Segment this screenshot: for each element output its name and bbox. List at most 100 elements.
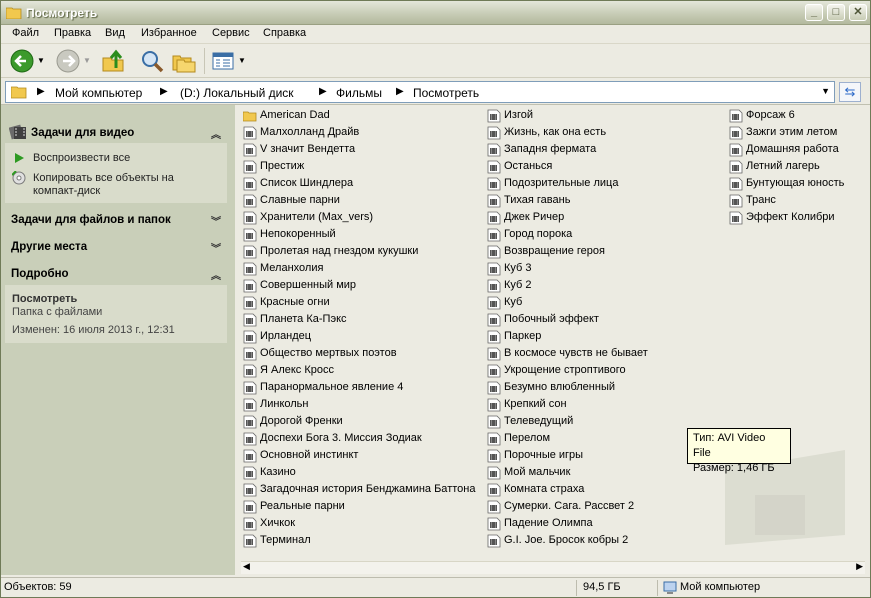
search-icon[interactable]	[139, 48, 165, 74]
address-field[interactable]: ▶ Мой компьютер ▶ (D:) Локальный диск ▶ …	[5, 81, 835, 103]
play-all-link[interactable]: Воспроизвести все	[33, 152, 130, 164]
video-file-icon	[487, 177, 501, 191]
video-file-icon	[487, 500, 501, 514]
video-file-icon	[243, 483, 257, 497]
file-name: В космосе чувств не бывает	[504, 347, 648, 359]
other-places-header[interactable]: Другие места ︾	[5, 237, 227, 257]
back-dropdown-icon[interactable]: ▼	[37, 56, 45, 65]
back-icon[interactable]	[9, 48, 35, 74]
refresh-icon: ⇆	[844, 84, 856, 99]
collapse-icon[interactable]: ︽	[211, 126, 221, 141]
file-tooltip: Тип: AVI Video File Размер: 1,46 ГБ	[687, 428, 791, 474]
video-file-icon	[243, 211, 257, 225]
video-file-icon	[729, 143, 743, 157]
forward-dropdown-icon[interactable]: ▼	[83, 56, 91, 65]
video-file-icon	[243, 313, 257, 327]
video-tasks-header[interactable]: Задачи для видео ︽	[5, 123, 227, 143]
crumb-my-computer[interactable]: Мой компьютер	[55, 86, 142, 100]
copy-to-cd-link-cont[interactable]: компакт-диск	[33, 185, 100, 197]
status-object-count: Объектов: 59	[4, 581, 72, 593]
file-name: Хранители (Max_vers)	[260, 211, 374, 223]
file-name: Список Шиндлера	[260, 177, 354, 189]
folder-icon	[6, 7, 22, 19]
crumb-separator-icon[interactable]: ▶	[319, 86, 327, 97]
expand-icon[interactable]: ︾	[211, 240, 221, 255]
menu-file[interactable]: Файл	[12, 27, 39, 39]
address-dropdown-icon[interactable]: ▼	[821, 86, 830, 96]
file-name: Бунтующая юность	[746, 177, 845, 189]
crumb-current[interactable]: Посмотреть	[413, 86, 479, 100]
video-file-icon	[487, 143, 501, 157]
folders-icon[interactable]	[171, 48, 197, 74]
details-name: Посмотреть	[12, 293, 78, 305]
minimize-button[interactable]: _	[805, 4, 823, 21]
close-button[interactable]: ✕	[849, 4, 867, 21]
file-name: Форсаж 6	[746, 109, 795, 121]
copy-to-cd-link[interactable]: Копировать все объекты на	[33, 172, 174, 184]
crumb-local-disk[interactable]: (D:) Локальный диск	[180, 86, 294, 100]
file-tasks-header[interactable]: Задачи для файлов и папок ︾	[5, 210, 227, 230]
file-name: Укрощение строптивого	[504, 364, 626, 376]
file-name: Планета Ка-Пэкс	[260, 313, 347, 325]
menu-edit[interactable]: Правка	[54, 27, 91, 39]
details-header[interactable]: Подробно ︽	[5, 264, 227, 284]
file-name: Дорогой Френки	[260, 415, 343, 427]
tooltip-size: Размер: 1,46 ГБ	[693, 462, 775, 474]
file-name: V значит Вендетта	[260, 143, 356, 155]
horizontal-scrollbar[interactable]: ◀ ▶	[241, 561, 865, 574]
menu-tools[interactable]: Сервис	[212, 27, 250, 39]
menu-help[interactable]: Справка	[263, 27, 306, 39]
file-name: Джек Ричер	[504, 211, 565, 223]
file-name: Паранормальное явление 4	[260, 381, 404, 393]
video-file-icon	[243, 177, 257, 191]
video-file-icon	[487, 160, 501, 174]
video-file-icon	[243, 296, 257, 310]
details-title: Подробно	[11, 268, 69, 280]
video-file-icon	[487, 194, 501, 208]
video-file-icon	[487, 449, 501, 463]
status-size: 94,5 ГБ	[583, 581, 621, 593]
crumb-movies[interactable]: Фильмы	[336, 86, 382, 100]
file-name: American Dad	[260, 109, 330, 121]
scroll-left-icon[interactable]: ◀	[243, 561, 250, 572]
maximize-button[interactable]: □	[827, 4, 845, 21]
collapse-icon[interactable]: ︽	[211, 267, 221, 282]
video-file-icon	[243, 398, 257, 412]
file-name: Жизнь, как она есть	[504, 126, 607, 138]
file-name: Летний лагерь	[746, 160, 820, 172]
menu-view[interactable]: Вид	[105, 27, 125, 39]
menu-favorites[interactable]: Избранное	[141, 27, 197, 39]
up-folder-icon[interactable]	[101, 48, 125, 74]
scroll-right-icon[interactable]: ▶	[856, 561, 863, 572]
address-bar: ▶ Мой компьютер ▶ (D:) Локальный диск ▶ …	[1, 78, 870, 105]
video-file-icon	[243, 279, 257, 293]
play-icon	[15, 153, 24, 163]
expand-icon[interactable]: ︾	[211, 213, 221, 228]
video-file-icon	[487, 483, 501, 497]
video-file-icon	[487, 228, 501, 242]
toolbar: ▼ ▼ ▼	[1, 44, 870, 78]
video-file-icon	[243, 381, 257, 395]
crumb-separator-icon[interactable]: ▶	[160, 86, 168, 97]
file-name: Транс	[746, 194, 776, 206]
folder-icon	[11, 86, 27, 99]
video-file-icon	[487, 381, 501, 395]
video-file-icon	[243, 415, 257, 429]
video-file-icon	[243, 466, 257, 480]
crumb-separator-icon[interactable]: ▶	[37, 86, 45, 97]
refresh-button[interactable]: ⇆	[839, 82, 861, 102]
file-name: Совершенный мир	[260, 279, 357, 291]
video-file-icon	[243, 534, 257, 548]
tooltip-type: Тип: AVI Video File	[693, 432, 766, 459]
video-tasks-icon	[9, 124, 26, 140]
views-dropdown-icon[interactable]: ▼	[238, 56, 246, 65]
file-name: Город порока	[504, 228, 573, 240]
forward-icon[interactable]	[55, 48, 81, 74]
file-name: Общество мертвых поэтов	[260, 347, 397, 359]
video-file-icon	[243, 364, 257, 378]
video-file-icon	[243, 347, 257, 361]
file-name: Перелом	[504, 432, 551, 444]
views-icon[interactable]	[210, 48, 236, 74]
crumb-separator-icon[interactable]: ▶	[396, 86, 404, 97]
status-location: Мой компьютер	[680, 581, 761, 593]
